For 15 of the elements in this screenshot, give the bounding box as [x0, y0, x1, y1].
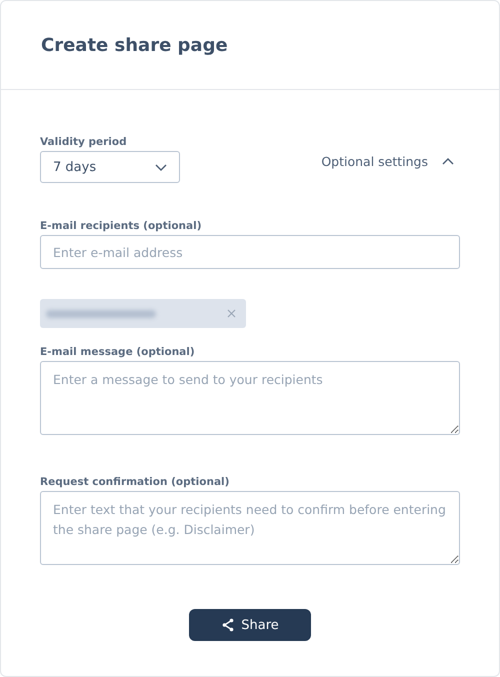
remove-icon[interactable] [227, 309, 236, 318]
optional-settings-toggle[interactable]: Optional settings [321, 154, 460, 169]
confirmation-textarea[interactable]: Enter text that your recipients need to confirm before entering the share page (e.g. Disclaimer) [40, 491, 460, 565]
validity-select[interactable]: 7 days [40, 151, 180, 183]
field-label: Request confirmation (optional) [40, 476, 230, 488]
email-input-field[interactable]: Enter e-mail address [40, 235, 460, 269]
chevron-down-icon [155, 164, 167, 170]
dialog-title: Create share page [41, 34, 228, 56]
share-button[interactable]: Share [189, 609, 311, 641]
field-label: Validity period [40, 136, 128, 148]
share-icon [221, 618, 236, 632]
message-textarea[interactable]: Enter a message to send to your recipients [40, 361, 460, 435]
field-label: E-mail recipients (optional) [40, 220, 202, 232]
field-label: E-mail message (optional) [40, 346, 196, 358]
chevron-up-icon [442, 158, 454, 165]
